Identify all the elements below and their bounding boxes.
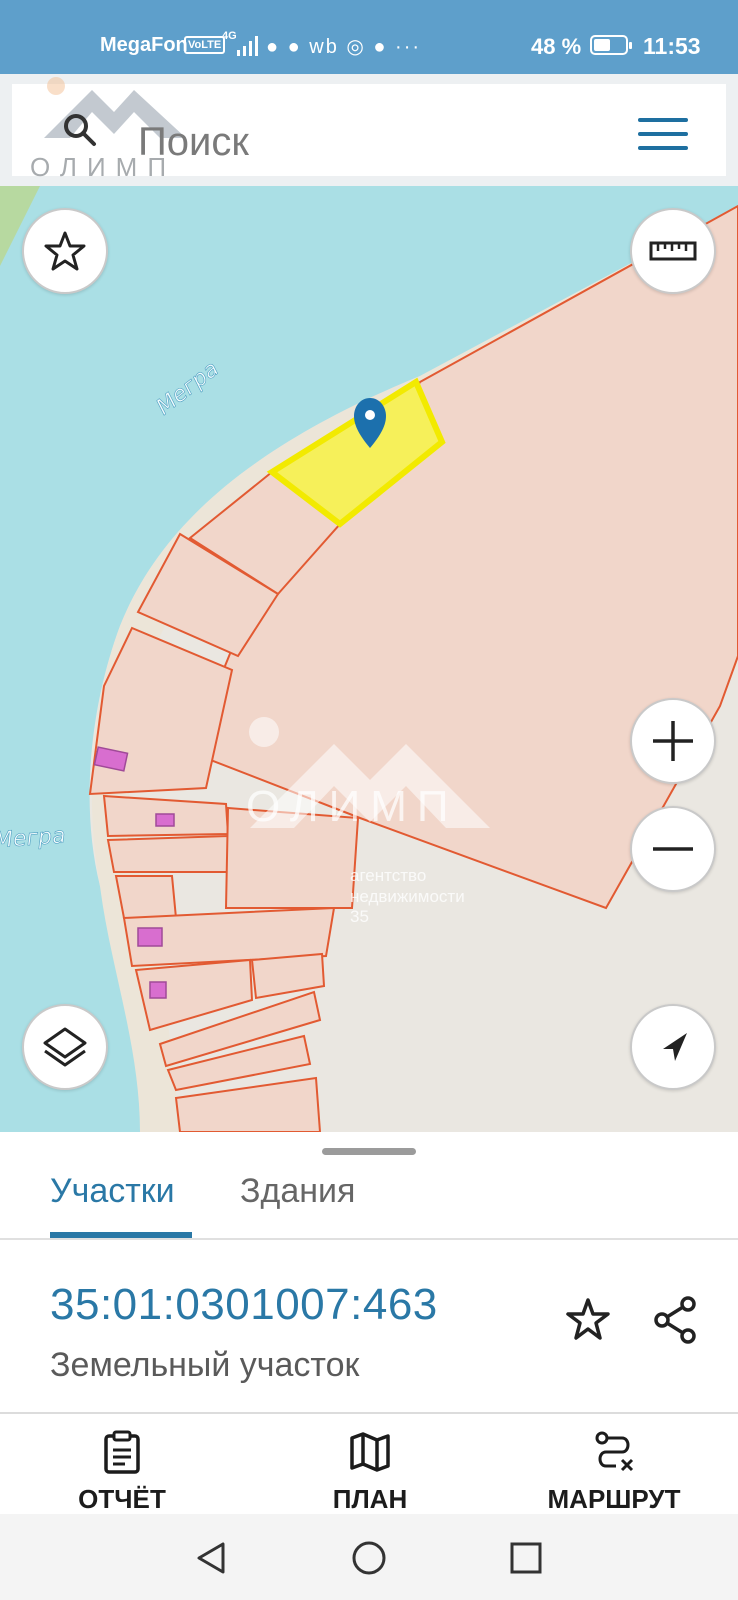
bottom-action-bar: ОТЧЁТ ПЛАН МАРШРУТ xyxy=(0,1414,738,1514)
map-icon xyxy=(350,1432,390,1472)
watermark-subtitle: агентство xyxy=(350,866,427,885)
layers-icon xyxy=(43,1027,87,1067)
drag-handle[interactable] xyxy=(322,1148,416,1155)
search-bar[interactable]: ОЛИМП Поиск xyxy=(12,77,726,182)
signal-icon xyxy=(237,36,258,56)
star-icon xyxy=(44,231,86,271)
building xyxy=(137,927,163,947)
watermark-name: ОЛИМП xyxy=(246,782,459,831)
favorites-button[interactable] xyxy=(22,208,108,294)
route-button[interactable]: МАРШРУТ xyxy=(524,1414,704,1514)
parcel xyxy=(106,834,232,873)
my-location-button[interactable] xyxy=(630,1004,716,1090)
search-icon[interactable] xyxy=(62,112,98,148)
route-icon xyxy=(595,1431,634,1472)
system-nav-bar xyxy=(0,1514,738,1600)
building xyxy=(149,981,167,999)
ruler-button[interactable] xyxy=(630,208,716,294)
star-icon[interactable] xyxy=(562,1294,614,1346)
report-label: ОТЧЁТ xyxy=(78,1484,166,1514)
recents-icon[interactable] xyxy=(506,1538,546,1578)
watermark-subtitle: 35 xyxy=(350,907,369,926)
tab-buildings[interactable]: Здания xyxy=(240,1172,355,1211)
plus-icon xyxy=(653,721,693,761)
watermark-subtitle: недвижимости xyxy=(350,887,465,906)
plan-label: ПЛАН xyxy=(332,1484,408,1514)
tab-parcels[interactable]: Участки xyxy=(50,1172,175,1211)
minus-icon xyxy=(653,847,693,851)
zoom-out-button[interactable] xyxy=(630,806,716,892)
volte-badge: VoLTE xyxy=(184,36,226,54)
zoom-in-button[interactable] xyxy=(630,698,716,784)
parcel-type: Земельный участок xyxy=(50,1346,360,1384)
battery-percent: 48 % xyxy=(531,34,582,59)
plan-button[interactable]: ПЛАН xyxy=(280,1414,460,1514)
clipboard-icon xyxy=(104,1430,140,1474)
divider xyxy=(0,1238,738,1240)
status-bar: MegaFon VoLTE 4G ● ● wb ◎ ● ··· 48 % 11:… xyxy=(0,0,738,74)
layers-button[interactable] xyxy=(22,1004,108,1090)
share-icon[interactable] xyxy=(650,1294,702,1346)
app-header: ОЛИМП Поиск xyxy=(0,74,738,186)
building xyxy=(155,813,175,827)
clock: 11:53 xyxy=(643,33,701,59)
map-view[interactable]: Мегра Мегра ОЛИМП агентство недвижимости… xyxy=(0,186,738,1132)
notification-icons: ● ● wb ◎ ● ··· xyxy=(266,36,422,58)
navigation-arrow-icon xyxy=(663,1033,687,1061)
route-label: МАРШРУТ xyxy=(547,1484,681,1514)
report-button[interactable]: ОТЧЁТ xyxy=(32,1414,212,1514)
home-icon[interactable] xyxy=(349,1538,389,1578)
network-type: 4G xyxy=(222,30,237,42)
ruler-icon xyxy=(649,241,697,261)
parcel xyxy=(114,875,178,919)
search-input[interactable]: Поиск xyxy=(138,120,249,165)
back-icon[interactable] xyxy=(191,1538,231,1578)
hamburger-menu-icon[interactable] xyxy=(638,118,688,152)
river-label: Мегра xyxy=(0,823,67,854)
battery-icon xyxy=(590,35,632,55)
parcel-info-sheet: Участки Здания 35:01:0301007:463 Земельн… xyxy=(0,1132,738,1414)
carrier-name: MegaFon xyxy=(100,34,188,56)
cadastral-number[interactable]: 35:01:0301007:463 xyxy=(50,1280,438,1330)
